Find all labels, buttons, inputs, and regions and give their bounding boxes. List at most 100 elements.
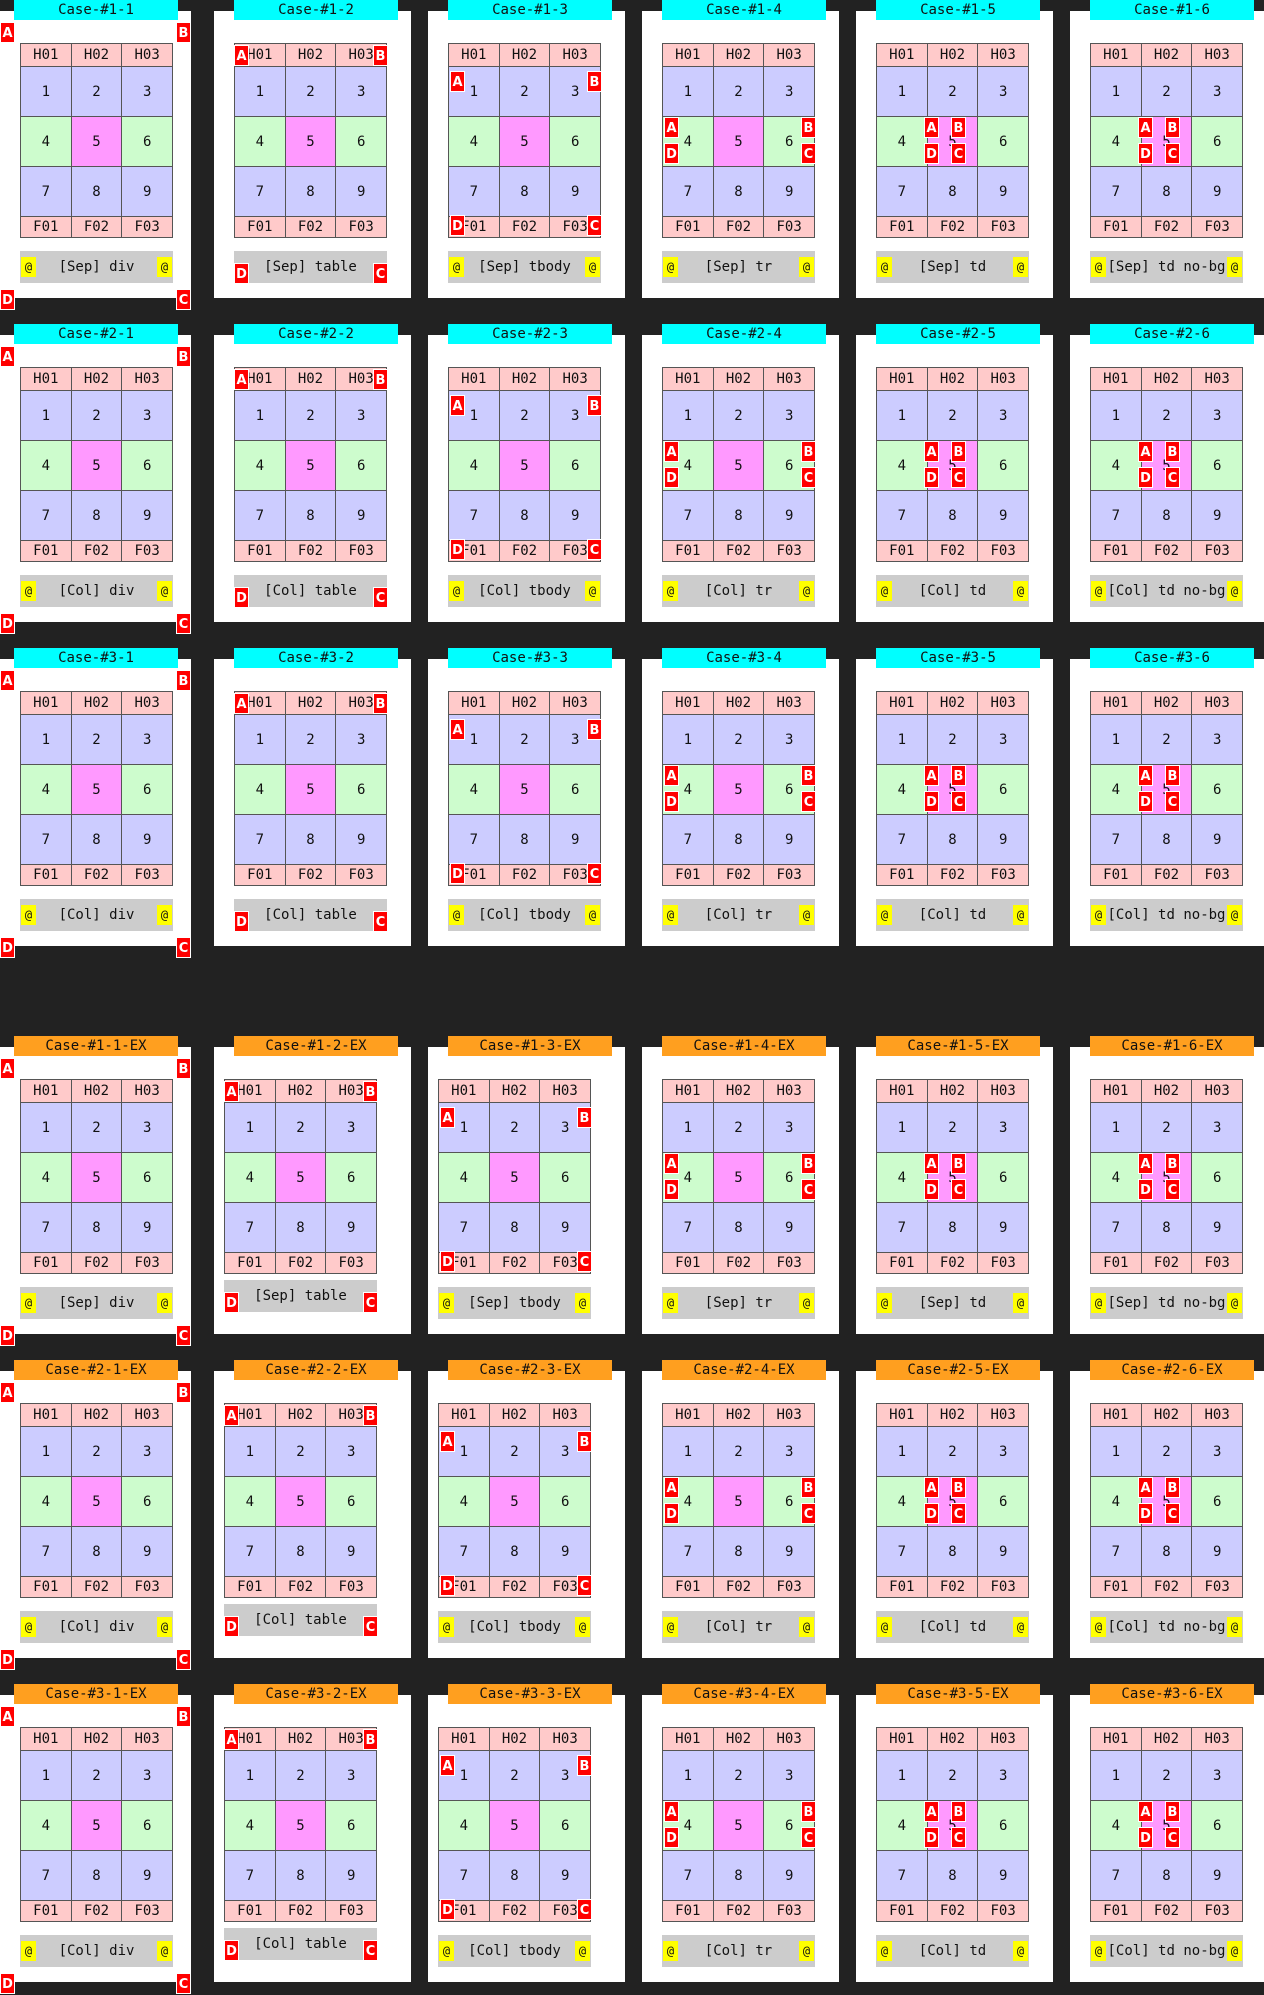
- case-title: Case-#1-5-EX: [876, 1036, 1040, 1056]
- table-cell: 9: [763, 1202, 815, 1253]
- corner-marker-b: B: [587, 395, 602, 416]
- corner-marker-c: C: [587, 863, 602, 884]
- at-sign-left: @: [877, 581, 892, 601]
- corner-marker-d: D: [234, 587, 249, 608]
- at-sign-right: @: [799, 1617, 814, 1637]
- table-row: 123: [662, 714, 815, 765]
- table-row: 123: [876, 1750, 1029, 1801]
- table-cell: F01: [662, 540, 714, 562]
- at-sign-right: @: [799, 1941, 814, 1961]
- table-cell: 5: [70, 1800, 123, 1851]
- corner-marker-b: B: [801, 765, 816, 786]
- corner-marker-c: C: [1165, 143, 1180, 164]
- table-cell: H03: [1191, 1403, 1243, 1427]
- table-row: 789: [876, 490, 1029, 541]
- header-row: H01 H02 H03: [224, 1079, 377, 1103]
- table-cell: F03: [121, 540, 173, 562]
- table-cell: 7: [20, 1850, 72, 1901]
- table-cell: F01: [876, 540, 928, 562]
- caption-bar: [Col] td: [876, 899, 1029, 931]
- caption-bar: [Col] td no-bg: [1090, 1935, 1243, 1967]
- table-cell: 8: [70, 1850, 123, 1901]
- at-sign-left: @: [21, 1617, 36, 1637]
- corner-marker-b: B: [176, 1382, 191, 1403]
- table-cell: H01: [662, 1079, 714, 1103]
- footer-row: F01 F02 F03: [20, 216, 173, 238]
- header-row: H01 H02 H03: [234, 367, 387, 391]
- test-case-card: Case-#2-1 H01 H02 H03 1 2 3 4 5 6 7 8 9 F01 F02 F03 [Col…: [0, 324, 191, 634]
- caption-bar: [Col] td no-bg: [1090, 1611, 1243, 1643]
- test-case-card: Case-#2-6 H01 H02 H03 1 2 3 4 5 6 7 8 9 F01 F02 F03 [Col…: [1070, 324, 1264, 622]
- corner-marker-c: C: [587, 539, 602, 560]
- case-title: Case-#1-4-EX: [662, 1036, 826, 1056]
- caption-text: [Sep] td: [918, 1295, 987, 1311]
- table-cell: F03: [335, 540, 387, 562]
- header-row: H01 H02 H03: [876, 691, 1029, 715]
- header-row: H01 H02 H03: [662, 1403, 815, 1427]
- footer-row: F01 F02 F03: [438, 1576, 591, 1598]
- corner-marker-b: B: [1165, 117, 1180, 138]
- test-case-card: Case-#2-6-EX H01 H02 H03 1 2 3 4 5 6 7 8 9 F01 F02 F03[…: [1070, 1360, 1264, 1658]
- caption-bar: [Col] tr: [662, 1611, 815, 1643]
- table-row: 123: [876, 1102, 1029, 1153]
- table-cell: H03: [121, 367, 173, 391]
- table-cell: 4: [876, 116, 928, 167]
- case-title: Case-#3-5: [876, 648, 1040, 668]
- header-row: H01 H02 H03: [448, 367, 601, 391]
- case-title: Case-#3-5-EX: [876, 1684, 1040, 1704]
- table-cell: 8: [712, 814, 765, 865]
- at-sign-left: @: [439, 1293, 454, 1313]
- table-cell: 6: [977, 440, 1029, 491]
- table-cell: 1: [662, 1102, 714, 1153]
- test-case-card: Case-#2-5-EX H01 H02 H03 1 2 3 4 5 6 7 8 9 F01 F02 F03[…: [856, 1360, 1053, 1658]
- header-row: H01 H02 H03: [1090, 1079, 1243, 1103]
- table-row: 789: [224, 1202, 377, 1253]
- table-row: 789: [20, 1850, 173, 1901]
- table-cell: 7: [20, 814, 72, 865]
- footer-row: F01 F02 F03: [448, 216, 601, 238]
- at-sign-left: @: [1091, 581, 1106, 601]
- at-sign-right: @: [585, 581, 600, 601]
- table-cell: F02: [498, 864, 551, 886]
- table-cell: 9: [121, 1526, 173, 1577]
- table-cell: F03: [977, 1576, 1029, 1598]
- header-row: H01 H02 H03: [662, 43, 815, 67]
- footer-row: F01 F02 F03: [20, 1576, 173, 1598]
- footer-row: F01 F02 F03: [876, 864, 1029, 886]
- table-cell: H03: [1191, 1079, 1243, 1103]
- table-cell: 6: [121, 116, 173, 167]
- caption-bar: [Sep] tbody: [438, 1287, 591, 1319]
- footer-row: F01 F02 F03: [662, 1252, 815, 1274]
- case-title: Case-#3-1-EX: [14, 1684, 178, 1704]
- table-cell: 3: [977, 390, 1029, 441]
- data-table: H01 H02 H03 1 2 3 4 5 6 7 8 9 F01 F02 F03: [20, 367, 173, 562]
- caption-text: [Col] td no-bg: [1107, 583, 1226, 599]
- data-table: H01 H02 H03 1 2 3 4 5 6 7 8 9 F01 F02 F03: [876, 367, 1029, 562]
- table-cell: F02: [926, 540, 979, 562]
- table-cell: 2: [70, 1102, 123, 1153]
- table-row: 123: [224, 1426, 377, 1477]
- table-cell: F02: [498, 216, 551, 238]
- table-cell: H03: [763, 1079, 815, 1103]
- table-body: H01 H02 H03 1 2 3 4 5 6 7 8 9 F01 F02 F03: [662, 1727, 815, 1922]
- header-row: H01 H02 H03: [438, 1079, 591, 1103]
- table-cell: 3: [121, 66, 173, 117]
- corner-marker-a: A: [1138, 1153, 1153, 1174]
- test-case-card: Case-#2-2-EX H01 H02 H03 1 2 3 4 5 6 7 8 9 F01 F02 F03[…: [214, 1360, 411, 1658]
- table-row: 456: [224, 1152, 377, 1203]
- table-row: 789: [1090, 166, 1243, 217]
- table-cell: 2: [70, 1750, 123, 1801]
- table-cell: H01: [1090, 691, 1142, 715]
- corner-marker-c: C: [363, 1616, 378, 1637]
- table-cell: 9: [325, 1202, 377, 1253]
- table-cell: F02: [274, 1576, 327, 1598]
- footer-row: F01 F02 F03: [662, 216, 815, 238]
- table-cell: 8: [1140, 166, 1193, 217]
- corner-marker-c: C: [951, 791, 966, 812]
- table-cell: 2: [498, 66, 551, 117]
- table-cell: 7: [662, 1202, 714, 1253]
- table-cell: 6: [325, 1152, 377, 1203]
- table-cell: H02: [488, 1403, 541, 1427]
- table-cell: 5: [498, 116, 551, 167]
- corner-marker-a: A: [0, 1382, 15, 1403]
